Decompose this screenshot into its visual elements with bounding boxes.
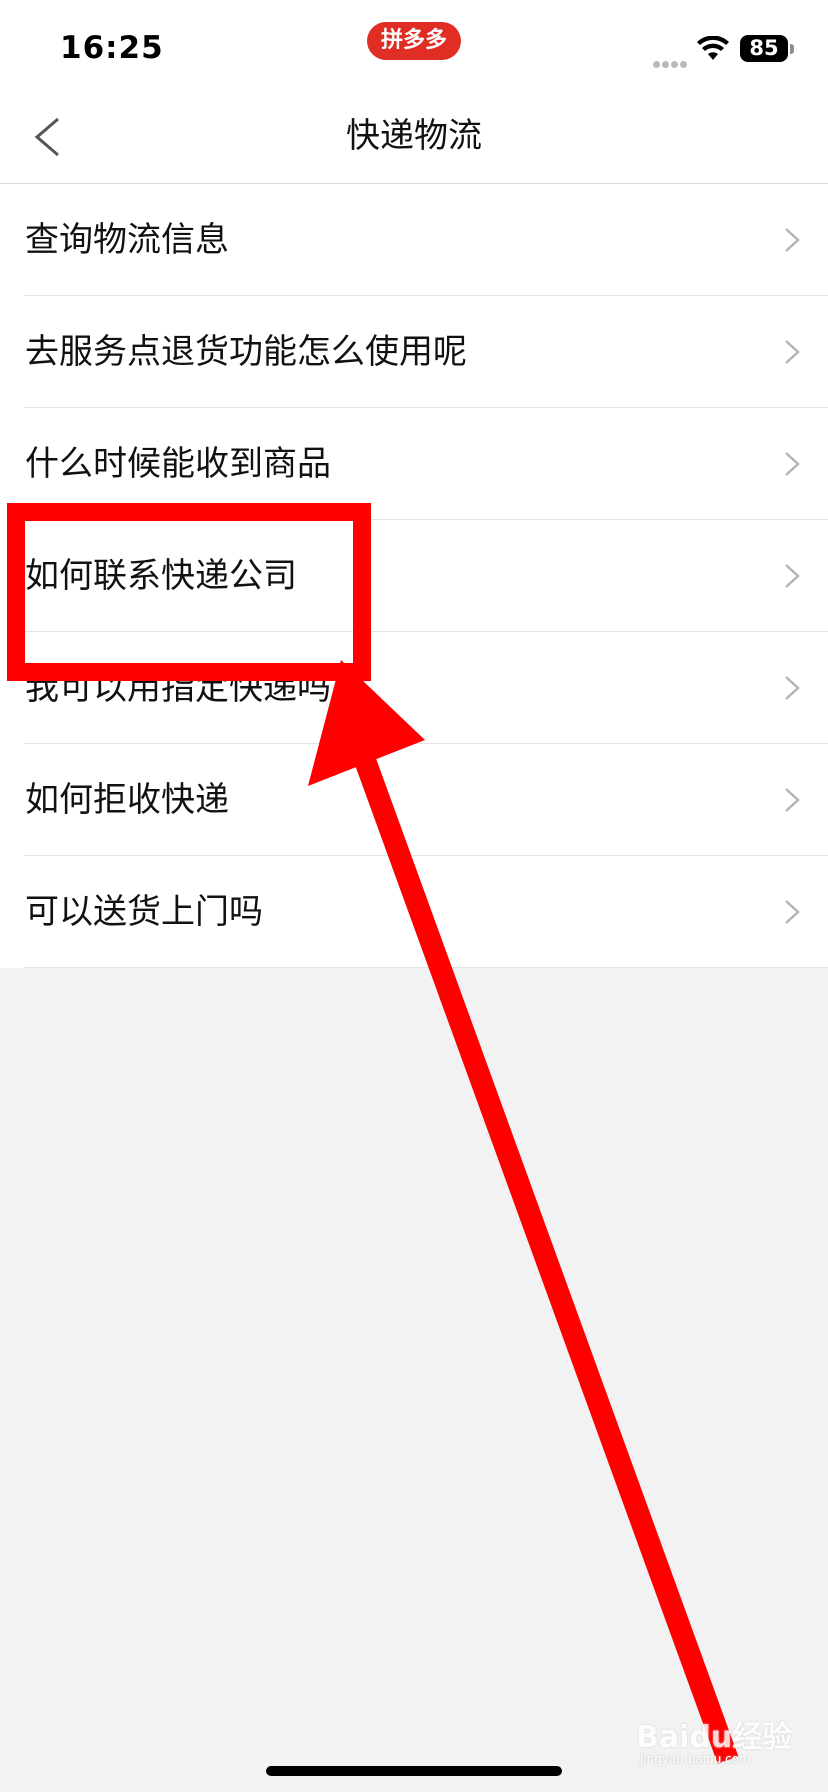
faq-list: 查询物流信息 去服务点退货功能怎么使用呢 什么时候能收到商品 如何联系快递公司 …	[0, 184, 828, 968]
list-item-label: 如何拒收快递	[25, 780, 229, 820]
list-item-label: 什么时候能收到商品	[25, 444, 331, 484]
chevron-right-icon	[785, 564, 800, 588]
list-item-label: 我可以用指定快递吗	[25, 668, 331, 708]
list-item[interactable]: 什么时候能收到商品	[0, 408, 828, 520]
list-item[interactable]: 查询物流信息	[0, 184, 828, 296]
list-item-label: 如何联系快递公司	[25, 556, 297, 596]
chevron-right-icon	[785, 452, 800, 476]
page-title: 快递物流	[346, 116, 482, 156]
baidu-watermark-url: jingyan.baidu.com	[640, 1752, 751, 1766]
status-bar: 16:25 拼多多 85	[0, 0, 828, 90]
list-item-label: 去服务点退货功能怎么使用呢	[25, 332, 467, 372]
wifi-icon	[697, 36, 729, 60]
list-item-label: 查询物流信息	[25, 220, 229, 260]
list-item[interactable]: 去服务点退货功能怎么使用呢	[0, 296, 828, 408]
navigation-bar: 快递物流	[0, 90, 828, 184]
battery-indicator: 85	[740, 35, 788, 62]
cellular-signal-icon	[653, 53, 691, 68]
chevron-left-icon	[34, 117, 59, 157]
baidu-watermark: Baidu经验	[636, 1720, 793, 1755]
chevron-right-icon	[785, 788, 800, 812]
chevron-right-icon	[785, 228, 800, 252]
status-time: 16:25	[60, 30, 164, 66]
list-item[interactable]: 如何联系快递公司	[0, 520, 828, 632]
chevron-right-icon	[785, 676, 800, 700]
list-item-label: 可以送货上门吗	[25, 892, 263, 932]
chevron-right-icon	[785, 900, 800, 924]
home-indicator[interactable]	[266, 1766, 562, 1776]
list-item[interactable]: 可以送货上门吗	[0, 856, 828, 968]
list-item[interactable]: 我可以用指定快递吗	[0, 632, 828, 744]
battery-cap	[790, 44, 794, 54]
list-item[interactable]: 如何拒收快递	[0, 744, 828, 856]
chevron-right-icon	[785, 340, 800, 364]
back-button[interactable]	[20, 90, 80, 183]
app-badge: 拼多多	[367, 22, 461, 60]
